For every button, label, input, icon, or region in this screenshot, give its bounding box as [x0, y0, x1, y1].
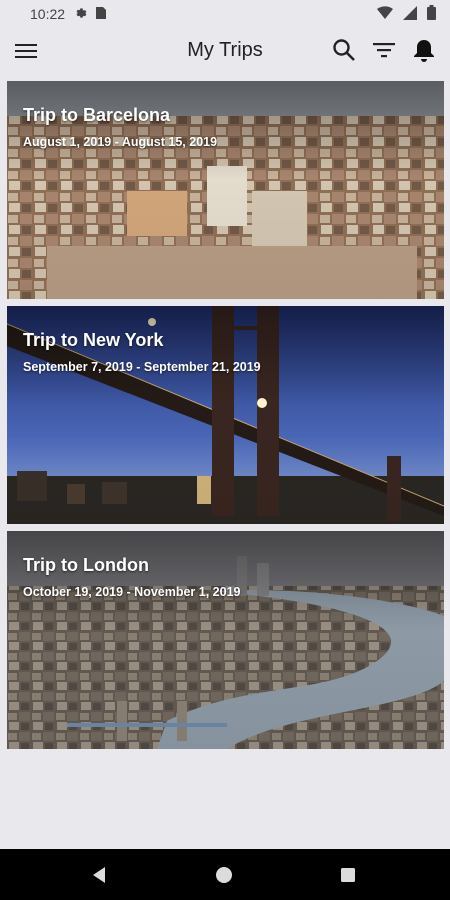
settings-icon — [73, 6, 87, 23]
search-icon[interactable] — [330, 36, 358, 64]
signal-icon — [403, 5, 417, 23]
system-navigation-bar — [0, 849, 450, 900]
status-right — [377, 5, 436, 23]
status-left: 10:22 — [30, 6, 107, 23]
trip-title: Trip to Barcelona — [23, 105, 171, 125]
trip-title: Trip to New York — [23, 330, 164, 350]
status-time: 10:22 — [30, 6, 66, 22]
status-bar: 10:22 — [0, 0, 450, 28]
app-bar-actions — [330, 36, 438, 64]
trip-card-new-york[interactable]: Trip to New York September 7, 2019 - Sep… — [7, 306, 444, 524]
trip-dates: September 7, 2019 - September 21, 2019 — [23, 360, 261, 374]
sim-card-icon — [95, 6, 107, 23]
trip-title: Trip to London — [23, 555, 149, 575]
home-icon[interactable] — [213, 864, 235, 886]
trip-card-london[interactable]: Trip to London October 19, 2019 - Novemb… — [7, 531, 444, 749]
wifi-icon — [377, 5, 393, 23]
trip-card-barcelona[interactable]: Trip to Barcelona August 1, 2019 - Augus… — [7, 81, 444, 299]
trip-dates: August 1, 2019 - August 15, 2019 — [23, 135, 218, 149]
app-bar: My Trips — [0, 28, 450, 74]
filter-icon[interactable] — [370, 36, 398, 64]
back-icon[interactable] — [86, 863, 112, 887]
trip-dates: October 19, 2019 - November 1, 2019 — [23, 585, 241, 599]
bell-icon[interactable] — [410, 36, 438, 64]
recents-icon[interactable] — [338, 865, 358, 885]
battery-icon — [427, 5, 436, 23]
